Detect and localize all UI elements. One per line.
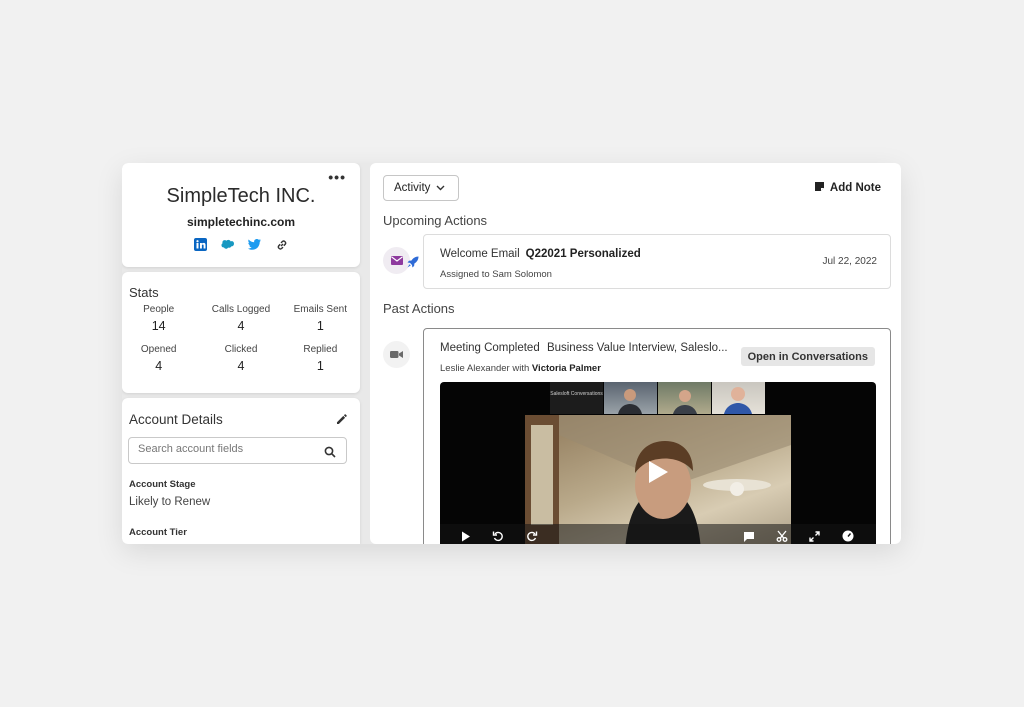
envelope-icon: [390, 252, 403, 270]
company-domain-link[interactable]: simpletechinc.com: [122, 215, 360, 229]
upcoming-action-title: Welcome Email Q22021 Personalized: [440, 248, 641, 260]
field-value-account-stage: Likely to Renew: [129, 496, 211, 508]
stat-value: 4: [237, 359, 245, 373]
stat-calls-logged: Calls Logged 4: [201, 304, 280, 333]
field-label-account-tier: Account Tier: [129, 527, 187, 538]
stat-label: Calls Logged: [211, 304, 271, 315]
chevron-down-icon: [436, 182, 445, 194]
participant-thumbnail: [604, 382, 657, 414]
field-label-account-stage: Account Stage: [129, 479, 196, 490]
stat-emails-sent: Emails Sent 1: [281, 304, 360, 333]
open-in-conversations-button[interactable]: Open in Conversations: [740, 347, 875, 366]
stats-grid: People 14 Calls Logged 4 Emails Sent 1 O…: [122, 304, 360, 373]
forward-icon[interactable]: [526, 529, 538, 544]
stat-opened: Opened 4: [122, 344, 201, 373]
add-note-button[interactable]: Add Note: [814, 181, 881, 195]
stat-label: Clicked: [224, 344, 258, 355]
upcoming-action-card[interactable]: Welcome Email Q22021 Personalized Assigne…: [423, 234, 891, 289]
action-date: Jul 22, 2022: [822, 256, 878, 267]
note-icon: [814, 181, 825, 195]
past-action-title: Meeting Completed Business Value Intervi…: [440, 342, 730, 354]
video-camera-icon: [390, 346, 403, 364]
stat-value: 4: [155, 359, 163, 373]
link-icon[interactable]: [275, 238, 288, 251]
fullscreen-icon[interactable]: [809, 529, 820, 544]
upcoming-actions-heading: Upcoming Actions: [383, 213, 488, 228]
stat-replied: Replied 1: [281, 344, 360, 373]
assigned-to: Assigned to Sam Solomon: [440, 269, 552, 280]
account-app-window: ••• SimpleTech INC. simpletechinc.com St…: [122, 163, 901, 544]
social-links: [122, 238, 360, 251]
past-action-card[interactable]: Meeting Completed Business Value Intervi…: [423, 328, 891, 544]
pencil-icon[interactable]: [336, 412, 348, 430]
rewind-icon[interactable]: [492, 529, 504, 544]
company-card: ••• SimpleTech INC. simpletechinc.com: [122, 163, 360, 267]
activity-filter-dropdown[interactable]: Activity: [383, 175, 459, 201]
stats-title: Stats: [129, 285, 159, 300]
action-type: Meeting Completed: [440, 342, 540, 354]
salesforce-icon[interactable]: [221, 238, 234, 251]
meeting-subject: Business Value Interview, Saleslo...: [546, 342, 728, 354]
left-panel: ••• SimpleTech INC. simpletechinc.com St…: [122, 163, 360, 544]
play-icon[interactable]: [461, 529, 471, 544]
more-options-button[interactable]: •••: [328, 170, 346, 184]
activity-panel: Activity Add Note Upcoming Actions Welco…: [370, 163, 901, 544]
past-actions-heading: Past Actions: [383, 301, 455, 316]
conversations-logo-thumb: Salesloft Conversations: [550, 382, 603, 414]
participant-name: Victoria Palmer: [531, 363, 601, 374]
stat-label: Opened: [140, 344, 177, 355]
account-search-field[interactable]: [128, 437, 347, 464]
meeting-participants: Leslie Alexander with Victoria Palmer: [440, 363, 601, 374]
stat-label: People: [143, 304, 175, 315]
participant-thumbnails: Salesloft Conversations: [550, 382, 766, 414]
participants-prefix: Leslie Alexander with: [440, 363, 530, 374]
stat-value: 14: [151, 319, 166, 333]
add-note-label: Add Note: [829, 182, 881, 194]
search-icon[interactable]: [324, 445, 336, 463]
participant-thumbnail: [712, 382, 765, 414]
meeting-video-player[interactable]: Salesloft Conversations: [440, 382, 876, 544]
stat-value: 4: [237, 319, 245, 333]
linkedin-icon[interactable]: [194, 238, 207, 251]
play-overlay-icon[interactable]: [647, 460, 669, 489]
twitter-icon[interactable]: [248, 238, 261, 251]
stat-value: 1: [316, 319, 324, 333]
account-details-title: Account Details: [129, 412, 223, 427]
participant-thumbnail: [658, 382, 711, 414]
search-input[interactable]: [138, 443, 318, 455]
company-name: SimpleTech INC.: [166, 185, 316, 207]
stats-card: Stats People 14 Calls Logged 4 Emails Se…: [122, 272, 360, 393]
account-details-card: Account Details Account Stage Likely to …: [122, 398, 360, 544]
action-type: Welcome Email: [440, 248, 520, 260]
stat-clicked: Clicked 4: [201, 344, 280, 373]
rocket-icon: [407, 255, 419, 273]
stat-label: Replied: [303, 344, 338, 355]
activity-filter-label: Activity: [394, 182, 431, 194]
comment-icon[interactable]: [743, 529, 755, 544]
stat-label: Emails Sent: [293, 304, 347, 315]
stat-value: 1: [316, 359, 324, 373]
scissors-icon[interactable]: [776, 529, 788, 544]
stat-people: People 14: [122, 304, 201, 333]
action-name: Q22021 Personalized: [525, 248, 641, 260]
video-controls-bar: [440, 524, 876, 544]
email-badge: [383, 247, 410, 274]
meeting-badge: [383, 341, 410, 368]
speed-icon[interactable]: [842, 529, 854, 544]
